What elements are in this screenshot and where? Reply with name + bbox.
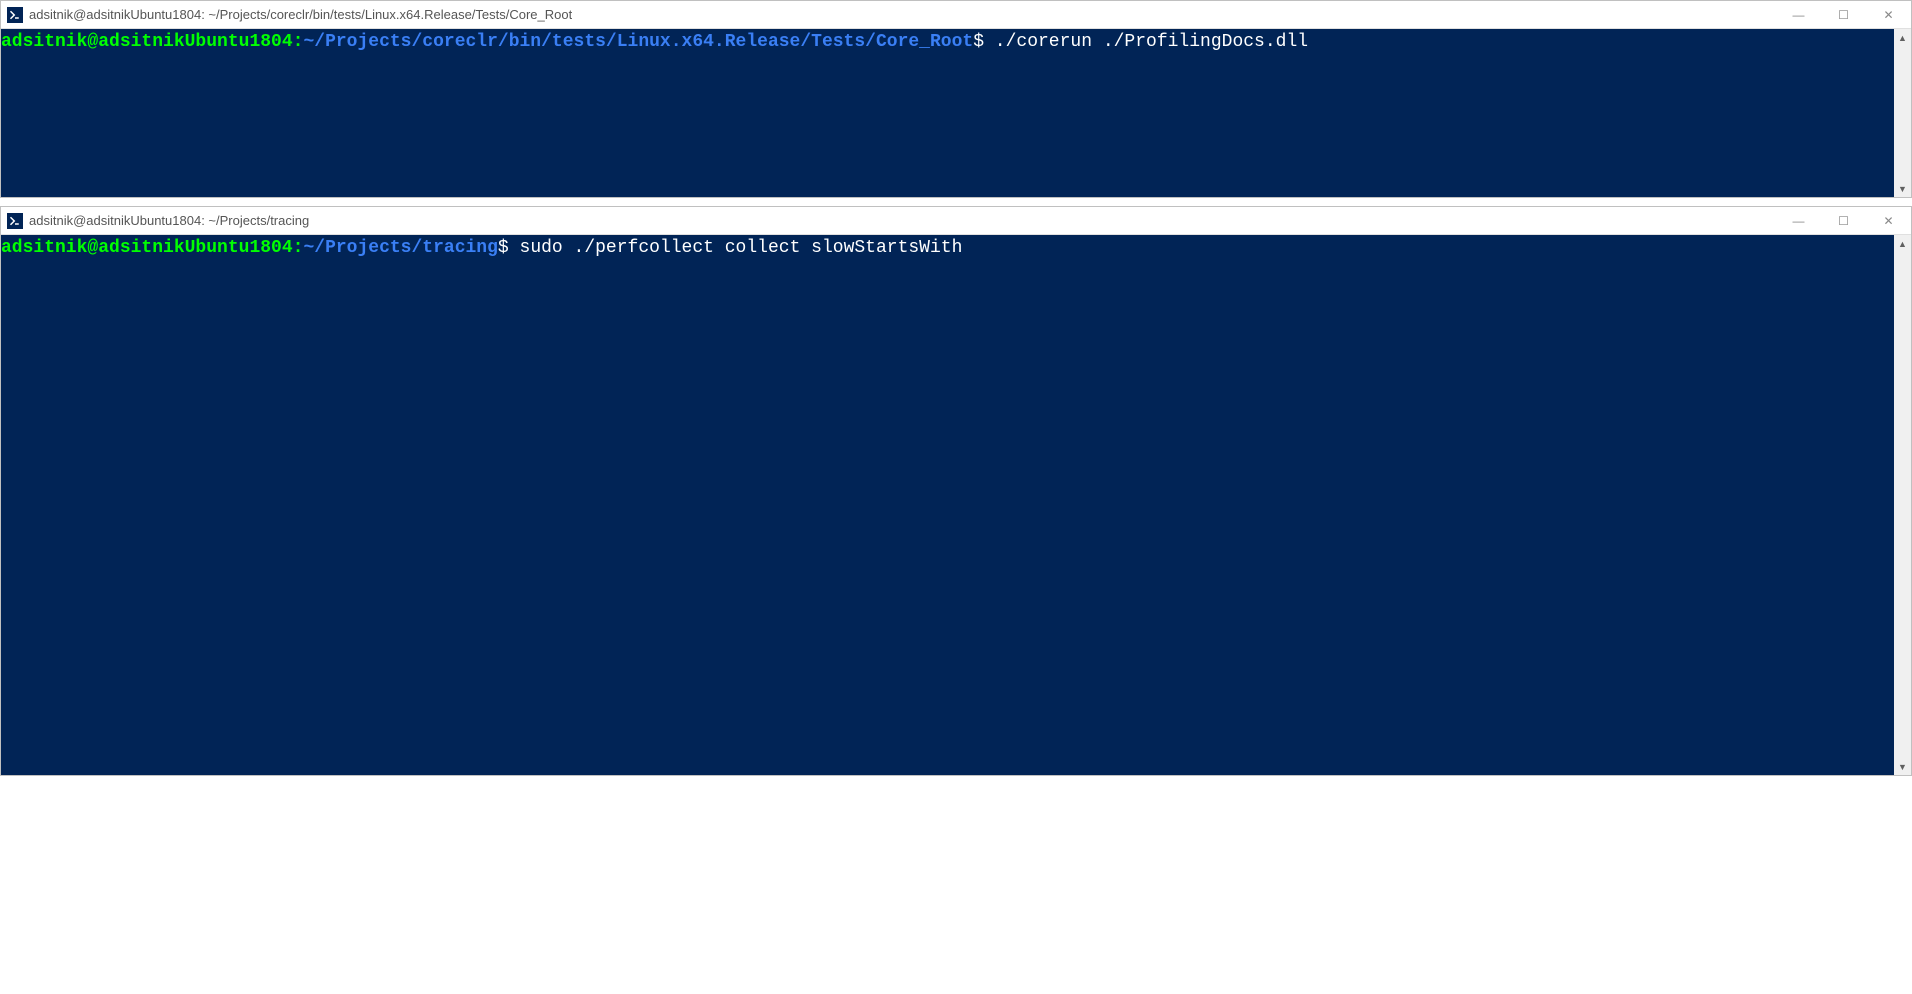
prompt-command: ./corerun ./ProfilingDocs.dll <box>984 32 1308 52</box>
prompt-colon: : <box>293 238 304 258</box>
titlebar-1[interactable]: adsitnik@adsitnikUbuntu1804: ~/Projects/… <box>1 1 1911 29</box>
titlebar-2[interactable]: adsitnik@adsitnikUbuntu1804: ~/Projects/… <box>1 207 1911 235</box>
window-controls-1: — ☐ ✕ <box>1776 1 1911 28</box>
terminal-content-1[interactable]: adsitnik@adsitnikUbuntu1804:~/Projects/c… <box>1 29 1893 53</box>
maximize-button[interactable]: ☐ <box>1821 1 1866 28</box>
window-title-1: adsitnik@adsitnikUbuntu1804: ~/Projects/… <box>29 7 572 22</box>
terminal-window-2: adsitnik@adsitnikUbuntu1804: ~/Projects/… <box>0 206 1912 776</box>
prompt-path: ~/Projects/coreclr/bin/tests/Linux.x64.R… <box>303 32 973 52</box>
terminal-window-1: adsitnik@adsitnikUbuntu1804: ~/Projects/… <box>0 0 1912 198</box>
scroll-track[interactable] <box>1894 46 1911 180</box>
scrollbar-2[interactable]: ▲ ▼ <box>1894 235 1911 775</box>
scroll-track[interactable] <box>1894 252 1911 758</box>
scroll-down-icon[interactable]: ▼ <box>1894 180 1911 197</box>
maximize-button[interactable]: ☐ <box>1821 207 1866 234</box>
terminal-body-1[interactable]: adsitnik@adsitnikUbuntu1804:~/Projects/c… <box>1 29 1911 197</box>
prompt-dollar: $ <box>973 32 984 52</box>
window-title-2: adsitnik@adsitnikUbuntu1804: ~/Projects/… <box>29 213 309 228</box>
terminal-content-2[interactable]: adsitnik@adsitnikUbuntu1804:~/Projects/t… <box>1 235 1893 259</box>
prompt-colon: : <box>293 32 304 52</box>
prompt-user-host: adsitnik@adsitnikUbuntu1804 <box>1 238 293 258</box>
prompt-user-host: adsitnik@adsitnikUbuntu1804 <box>1 32 293 52</box>
window-controls-2: — ☐ ✕ <box>1776 207 1911 234</box>
terminal-body-2[interactable]: adsitnik@adsitnikUbuntu1804:~/Projects/t… <box>1 235 1911 775</box>
prompt-dollar: $ <box>498 238 509 258</box>
scroll-down-icon[interactable]: ▼ <box>1894 758 1911 775</box>
prompt-path: ~/Projects/tracing <box>303 238 497 258</box>
powershell-icon <box>7 7 23 23</box>
powershell-icon <box>7 213 23 229</box>
close-button[interactable]: ✕ <box>1866 1 1911 28</box>
scrollbar-1[interactable]: ▲ ▼ <box>1894 29 1911 197</box>
scroll-up-icon[interactable]: ▲ <box>1894 29 1911 46</box>
close-button[interactable]: ✕ <box>1866 207 1911 234</box>
scroll-up-icon[interactable]: ▲ <box>1894 235 1911 252</box>
minimize-button[interactable]: — <box>1776 207 1821 234</box>
minimize-button[interactable]: — <box>1776 1 1821 28</box>
prompt-command: sudo ./perfcollect collect slowStartsWit… <box>509 238 963 258</box>
